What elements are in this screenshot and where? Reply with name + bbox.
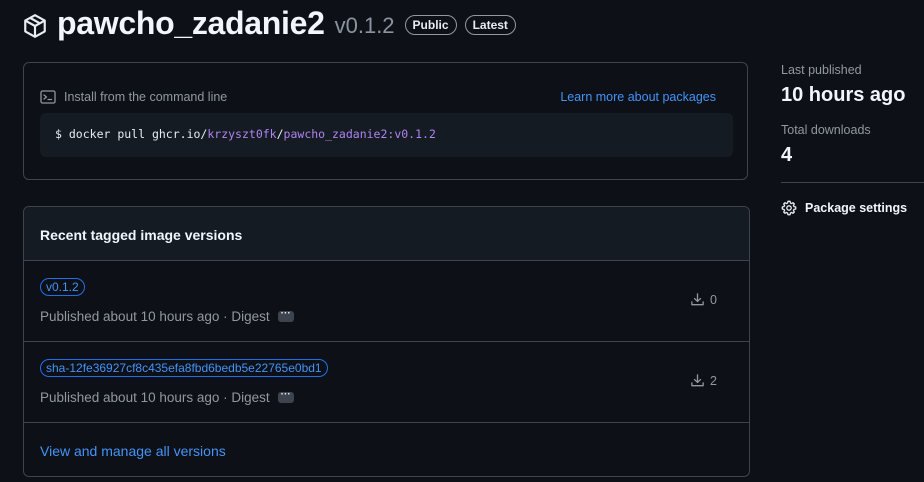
version-meta: Published about 10 hours ago · Digest ··… — [40, 390, 294, 405]
package-header: pawcho_zadanie2 v0.1.2 Public Latest — [22, 4, 516, 42]
command-prompt: $ — [55, 127, 62, 141]
version-row: sha-12fe36927cf8c435efa8fbd6bedb5e22765e… — [24, 342, 749, 423]
command-image: pawcho_zadanie2:v0.1.2 — [283, 127, 436, 141]
public-badge: Public — [404, 15, 457, 35]
download-icon — [691, 374, 704, 387]
version-tag-link[interactable]: v0.1.2 — [40, 278, 85, 296]
last-published-label: Last published — [781, 63, 862, 77]
install-header: Install from the command line — [40, 89, 227, 105]
version-tag-link[interactable]: sha-12fe36927cf8c435efa8fbd6bedb5e22765e… — [40, 359, 328, 377]
versions-panel: Recent tagged image versions v0.1.2 Publ… — [23, 206, 750, 477]
package-settings-label: Package settings — [805, 201, 908, 215]
docker-pull-command[interactable]: $ docker pull ghcr.io/krzyszt0fk/pawcho_… — [55, 127, 436, 141]
digest-expand-button[interactable]: ··· — [277, 309, 294, 322]
last-published-value: 10 hours ago — [781, 84, 906, 106]
download-icon — [691, 293, 704, 306]
latest-badge: Latest — [464, 15, 516, 35]
learn-more-link[interactable]: Learn more about packages — [560, 90, 716, 104]
package-icon — [24, 14, 46, 38]
published-text: Published about 10 hours ago · Digest — [40, 390, 270, 405]
gear-icon — [781, 200, 797, 216]
sidebar-divider — [781, 182, 924, 183]
command-block[interactable]: $ docker pull ghcr.io/krzyszt0fk/pawcho_… — [40, 113, 733, 157]
package-version: v0.1.2 — [334, 13, 395, 38]
version-meta: Published about 10 hours ago · Digest ··… — [40, 309, 294, 324]
download-count-value: 0 — [710, 292, 717, 307]
download-count: 2 — [690, 373, 717, 388]
package-title: pawcho_zadanie2 — [57, 4, 325, 41]
command-prefix: docker pull ghcr.io/ — [68, 127, 208, 141]
command-owner: krzyszt0fk — [207, 127, 277, 141]
package-settings-link[interactable]: Package settings — [781, 200, 907, 216]
total-downloads-value: 4 — [781, 144, 793, 166]
command-separator: / — [276, 127, 284, 141]
install-title: Install from the command line — [64, 90, 228, 104]
install-panel: Install from the command line Learn more… — [23, 62, 748, 180]
view-all-versions-link[interactable]: View and manage all versions — [40, 443, 226, 459]
total-downloads-label: Total downloads — [781, 123, 871, 137]
version-row: v0.1.2 Published about 10 hours ago · Di… — [24, 261, 749, 342]
terminal-icon — [40, 90, 56, 104]
download-count: 0 — [690, 292, 717, 307]
digest-expand-button[interactable]: ··· — [277, 390, 294, 403]
versions-heading: Recent tagged image versions — [24, 207, 749, 261]
download-count-value: 2 — [710, 373, 717, 388]
published-text: Published about 10 hours ago · Digest — [40, 309, 270, 324]
